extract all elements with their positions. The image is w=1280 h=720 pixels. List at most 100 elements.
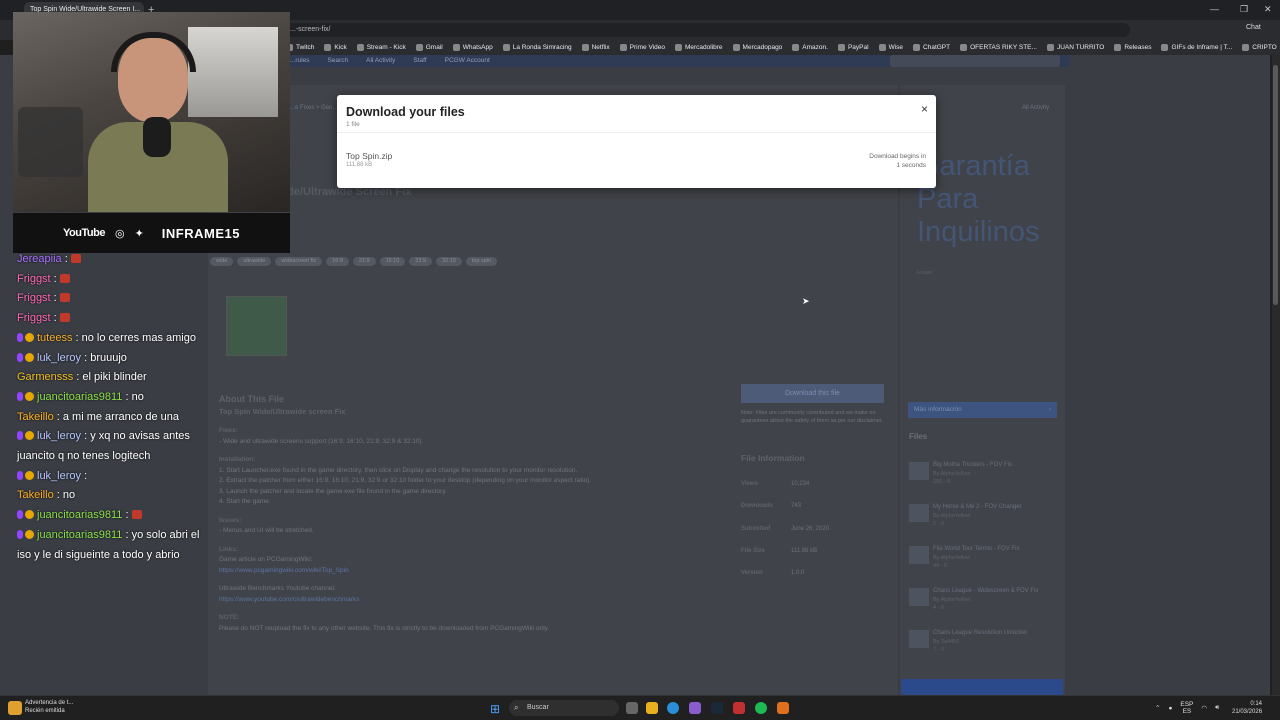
site-search-input[interactable]: [890, 55, 1060, 67]
site-nav-item[interactable]: ...rules: [290, 57, 310, 67]
youtube-link[interactable]: https://www.youtube.com/c/ultrawidebench…: [219, 595, 719, 606]
ad-headline[interactable]: Garantía Para Inquilinos: [917, 150, 1052, 249]
related-file-author[interactable]: By AlphaYellow: [933, 513, 970, 519]
tag[interactable]: 32:10: [436, 257, 462, 266]
bookmark-item[interactable]: Netflix: [581, 44, 610, 51]
related-file-author[interactable]: By AlphaYellow: [933, 597, 970, 603]
more-info-button[interactable]: Más información ›: [908, 402, 1057, 418]
chat-username[interactable]: luk_leroy: [37, 470, 81, 482]
language-indicator[interactable]: ESP ES: [1180, 701, 1193, 715]
all-activity-link[interactable]: All Activity: [1022, 105, 1049, 111]
related-file-item[interactable]: Big Mutha Truckers - FOV Fix By AlphaYell…: [909, 462, 1064, 492]
bookmark-item[interactable]: Mercadopago: [732, 44, 782, 51]
install-step: 4. Start the game.: [219, 498, 271, 505]
scrollbar-thumb[interactable]: [1273, 65, 1278, 305]
chat-username[interactable]: juancitoarias9811: [37, 529, 122, 541]
related-file-title[interactable]: Fila World Tour Tennis - FOV Fix: [933, 546, 1019, 552]
bookmark-item[interactable]: CRIPTO: [1242, 44, 1277, 51]
close-icon[interactable]: ×: [921, 102, 928, 116]
bookmark-item[interactable]: Stream - Kick: [356, 44, 406, 51]
bookmark-item[interactable]: Twitch: [286, 44, 314, 51]
maximize-icon[interactable]: ❐: [1240, 4, 1248, 15]
windows-start-icon[interactable]: ⊞: [490, 702, 500, 716]
chat-username[interactable]: Friggst: [17, 273, 51, 285]
tag[interactable]: 16:9: [326, 257, 349, 266]
discord-icon[interactable]: [689, 702, 701, 714]
tag[interactable]: top spin: [465, 257, 498, 266]
pcgamingwiki-link[interactable]: https://www.pcgamingwiki.com/wiki/Top_Sp…: [219, 566, 719, 577]
bookmark-item[interactable]: Mercadolibre: [674, 44, 723, 51]
site-nav-item[interactable]: All Activity: [366, 57, 395, 67]
related-file-author[interactable]: By AlphaYellow: [933, 471, 970, 477]
related-file-author[interactable]: By AlphaYellow: [933, 555, 970, 561]
steam-icon[interactable]: [711, 702, 723, 714]
chat-username[interactable]: juancitoarias9811: [37, 509, 122, 521]
modal-filename[interactable]: Top Spin.zip: [346, 151, 392, 161]
bookmark-item[interactable]: Releases: [1114, 44, 1151, 51]
warning-icon[interactable]: [8, 701, 22, 715]
related-file-title[interactable]: Chaos League - Widescreen & FOV Fix: [933, 588, 1038, 594]
install-steps: 1. Start Launcher.exe found in the game …: [219, 466, 719, 508]
related-file-title[interactable]: My Horse & Me 2 - FOV Changer: [933, 504, 1022, 510]
tag[interactable]: 21:9: [352, 257, 376, 266]
site-nav-item[interactable]: Staff: [413, 57, 426, 67]
wifi-icon[interactable]: ◠: [1201, 704, 1207, 712]
related-file-item[interactable]: Chaos League Resolution Unlocker By 2a445…: [909, 630, 1064, 660]
tag[interactable]: 32:9: [409, 257, 433, 266]
tag[interactable]: ultrawide: [237, 257, 272, 266]
related-file-item[interactable]: Fila World Tour Tennis - FOV Fix By Alpha…: [909, 546, 1064, 576]
bottom-ad[interactable]: [901, 679, 1063, 695]
bookmark-item[interactable]: La Ronda Simracing: [502, 44, 572, 51]
bookmark-item[interactable]: GIFs de Inframe | T...: [1161, 44, 1232, 51]
address-bar[interactable]: ...-screen-fix/: [230, 23, 1130, 37]
obs-icon[interactable]: [777, 702, 789, 714]
site-nav-item[interactable]: PCGW Account: [445, 57, 490, 67]
chat-username[interactable]: juancitoarias9811: [37, 391, 122, 403]
tag[interactable]: 16:10: [379, 257, 406, 266]
chat-username[interactable]: luk_leroy: [37, 430, 81, 442]
mic-tray-icon[interactable]: ●: [1168, 705, 1172, 712]
close-window-icon[interactable]: ✕: [1264, 4, 1272, 15]
related-file-title[interactable]: Big Mutha Truckers - FOV Fix: [933, 462, 1012, 468]
related-file-author[interactable]: By 2a4456: [933, 639, 959, 645]
related-file-item[interactable]: My Horse & Me 2 - FOV Changer By AlphaYel…: [909, 504, 1064, 534]
chat-text: no lo cerres mas amigo: [81, 331, 196, 344]
related-file-title[interactable]: Chaos League Resolution Unlocker: [933, 630, 1027, 636]
bookmark-item[interactable]: JUAN TURRITO: [1046, 44, 1104, 51]
chat-username[interactable]: Jereapiia: [17, 253, 62, 265]
breadcrumb[interactable]: ...e Fixes > Gen...: [290, 105, 338, 111]
bookmark-item[interactable]: Amazon.: [792, 44, 828, 51]
chevron-up-icon[interactable]: ⌃: [1155, 704, 1160, 712]
bookmark-item[interactable]: Wise: [878, 44, 903, 51]
bookmark-item[interactable]: ChatGPT: [913, 44, 950, 51]
file-explorer-icon[interactable]: [646, 702, 658, 714]
volume-icon[interactable]: 🔊︎: [1215, 704, 1219, 712]
clock[interactable]: 0:14 21/03/2026: [1232, 700, 1262, 716]
bookmark-item[interactable]: OFERTAS RIKY STE...: [960, 44, 1037, 51]
bookmark-item[interactable]: Kick: [324, 44, 347, 51]
related-file-item[interactable]: Chaos League - Widescreen & FOV Fix By Al…: [909, 588, 1064, 618]
bookmark-item[interactable]: Gmail: [415, 44, 443, 51]
site-nav-item[interactable]: Search: [328, 57, 349, 67]
chat-button[interactable]: Chat: [1246, 24, 1261, 31]
task-view-icon[interactable]: [626, 702, 638, 714]
tag[interactable]: widescreen fix: [275, 257, 323, 266]
minimize-icon[interactable]: —: [1210, 4, 1219, 14]
app-icon[interactable]: [733, 702, 745, 714]
edge-icon[interactable]: [667, 702, 679, 714]
bookmark-item[interactable]: PayPal: [837, 44, 869, 51]
chat-username[interactable]: Friggst: [17, 312, 51, 324]
chat-username[interactable]: Takeillo: [17, 489, 54, 501]
bookmark-item[interactable]: WhatsApp: [452, 44, 493, 51]
chat-username[interactable]: tuteess: [37, 332, 72, 344]
spotify-icon[interactable]: [755, 702, 767, 714]
taskbar-notification[interactable]: Advertencia de t... Recién emitida: [25, 699, 73, 715]
chat-username[interactable]: Friggst: [17, 292, 51, 304]
chat-username[interactable]: Garmensss: [17, 371, 73, 383]
taskbar-search[interactable]: Buscar: [509, 700, 619, 716]
bookmark-item[interactable]: Prime Video: [619, 44, 665, 51]
chat-username[interactable]: luk_leroy: [37, 352, 81, 364]
chat-username[interactable]: Takeillo: [17, 411, 54, 423]
file-thumbnail[interactable]: [226, 296, 287, 356]
download-file-button[interactable]: Download this file: [741, 384, 884, 403]
